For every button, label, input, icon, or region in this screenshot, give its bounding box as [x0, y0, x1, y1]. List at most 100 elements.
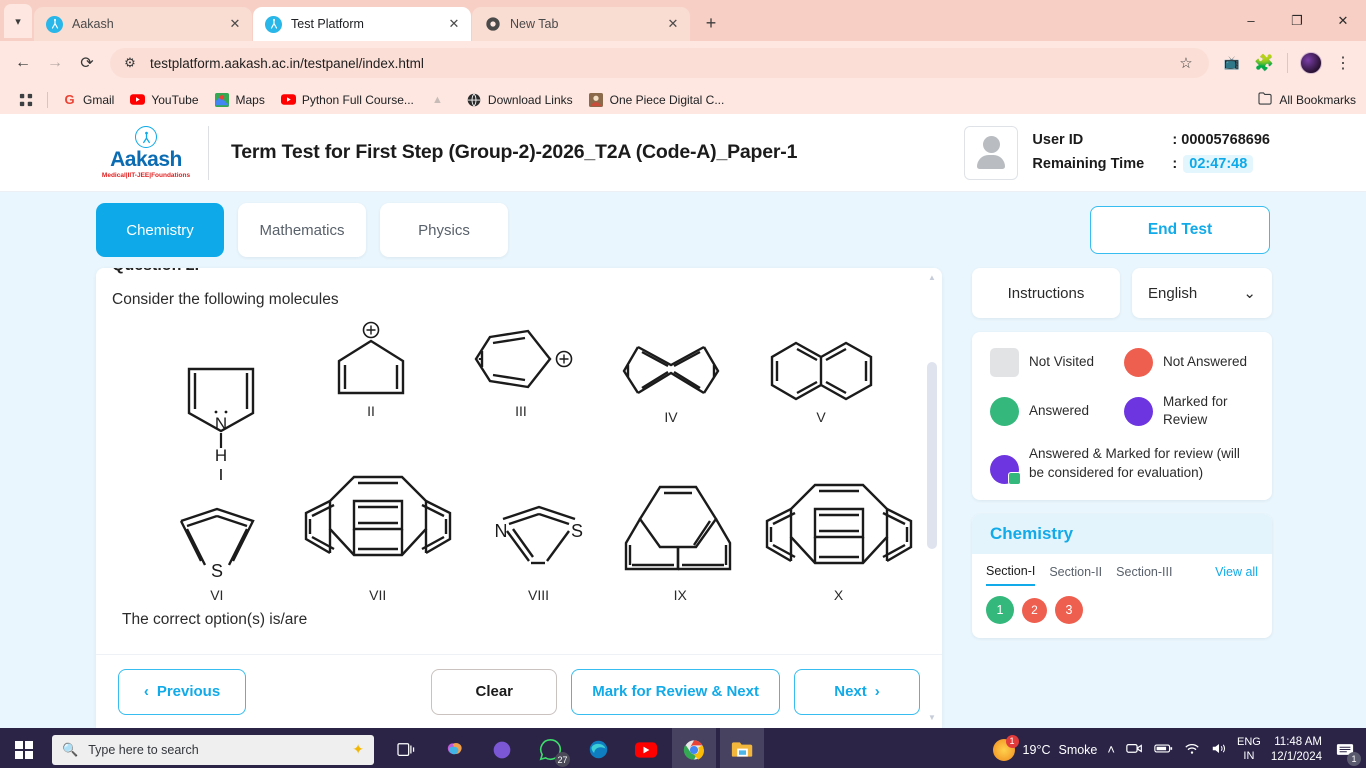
address-bar-url: testplatform.aakash.ac.in/testpanel/inde… — [150, 55, 424, 71]
section-tab-2[interactable]: Section-II — [1049, 565, 1102, 585]
new-tab-button[interactable]: + — [697, 9, 725, 37]
molecule-label: II — [367, 403, 375, 419]
file-explorer-icon[interactable] — [720, 728, 764, 768]
chrome-icon[interactable] — [672, 728, 716, 768]
forward-icon[interactable]: → — [40, 48, 70, 78]
aakash-logo-name: Aakash — [110, 148, 182, 171]
tab-mathematics[interactable]: Mathematics — [238, 203, 366, 257]
molecule-X: X — [751, 477, 926, 603]
scrollbar-track[interactable] — [927, 286, 937, 710]
youtube-icon[interactable] — [624, 728, 668, 768]
question-chip-1[interactable]: 1 — [986, 596, 1014, 625]
wifi-icon[interactable] — [1184, 742, 1200, 758]
maximize-restore-icon[interactable]: ❐ — [1274, 0, 1320, 41]
legend-row-1: Not Visited Not Answered — [990, 348, 1258, 377]
instructions-button[interactable]: Instructions — [972, 268, 1120, 318]
mark-for-review-next-button[interactable]: Mark for Review & Next — [571, 668, 780, 715]
extensions-puzzle-icon[interactable]: 🧩 — [1249, 48, 1279, 78]
tab-title: Test Platform — [291, 17, 364, 31]
molecule-label: VI — [210, 587, 224, 603]
close-icon[interactable]: ✕ — [445, 15, 463, 33]
task-view-icon[interactable] — [384, 728, 428, 768]
back-icon[interactable]: ← — [8, 48, 38, 78]
site-settings-icon[interactable]: ⚙ — [120, 53, 140, 73]
clear-button[interactable]: Clear — [431, 668, 558, 715]
copilot-icon[interactable] — [432, 728, 476, 768]
minimize-icon[interactable]: – — [1228, 0, 1274, 41]
tab-search-chevron-icon[interactable]: ▾ — [4, 4, 32, 38]
all-bookmarks[interactable]: All Bookmarks — [1258, 91, 1356, 108]
camera-icon[interactable] — [1126, 741, 1143, 758]
clock-time: 11:48 AM — [1274, 735, 1322, 748]
main-body: Question 2. Consider the following molec… — [0, 268, 1366, 728]
molecule-row-2: S VI VII N S VIII IX X — [146, 467, 926, 603]
start-button[interactable] — [0, 728, 48, 768]
bookmark-download-links[interactable]: Download Links — [459, 89, 581, 110]
bookmark-python-course[interactable]: Python Full Course... — [273, 89, 422, 110]
bookmark-maps[interactable]: Maps — [207, 89, 273, 110]
scroll-up-arrow-icon[interactable]: ▲ — [928, 274, 936, 282]
browser-tab-new-tab[interactable]: New Tab ✕ — [472, 7, 690, 41]
question-chip-3[interactable]: 3 — [1055, 596, 1083, 625]
marked-review-swatch-icon — [1124, 396, 1153, 426]
bookmark-youtube[interactable]: YouTube — [122, 89, 206, 110]
language-indicator[interactable]: ENG IN — [1237, 736, 1261, 764]
question-scroll-area[interactable]: Question 2. Consider the following molec… — [96, 268, 942, 654]
youtube-icon — [130, 92, 146, 107]
next-label: Next — [834, 683, 867, 700]
close-icon[interactable]: ✕ — [226, 15, 244, 33]
bookmark-star-icon[interactable]: ☆ — [1173, 50, 1199, 76]
system-tray: 19°C Smoke ˄ ENG IN — [992, 728, 1366, 768]
pyrrole-structure-icon: N H — [187, 367, 255, 463]
show-hidden-icons-chevron-icon[interactable]: ˄ — [1107, 742, 1115, 757]
bookmark-aakash[interactable]: ▲ — [422, 89, 459, 110]
edge-icon[interactable] — [576, 728, 620, 768]
battery-icon[interactable] — [1154, 742, 1173, 757]
profile-avatar[interactable] — [1296, 48, 1326, 78]
next-button[interactable]: Next › — [794, 668, 920, 715]
clock[interactable]: 11:48 AM 12/1/2024 — [1271, 735, 1322, 765]
thiazole-structure-icon: N S — [494, 505, 583, 565]
volume-icon[interactable] — [1211, 742, 1227, 758]
aakash-logo[interactable]: Aakash Medical|IIT-JEE|Foundations — [96, 126, 196, 179]
window-close-icon[interactable]: ✕ — [1320, 0, 1366, 41]
molecule-label: VIII — [528, 587, 550, 603]
notification-center-icon[interactable]: 1 — [1332, 737, 1361, 766]
end-test-button[interactable]: End Test — [1090, 206, 1270, 254]
language-select[interactable]: English ⌄ — [1132, 268, 1272, 318]
reload-icon[interactable]: ⟳ — [72, 48, 102, 78]
answered-marked-swatch-icon — [990, 455, 1021, 486]
browser-tab-aakash[interactable]: Aakash ✕ — [34, 7, 252, 41]
question-chip-2[interactable]: 2 — [1022, 597, 1047, 623]
remaining-time-value: 02:47:48 — [1183, 155, 1254, 173]
scroll-down-arrow-icon[interactable]: ▼ — [928, 714, 936, 722]
whatsapp-icon[interactable]: 27 — [528, 728, 572, 768]
section-tab-1[interactable]: Section-I — [986, 564, 1036, 587]
tab-physics[interactable]: Physics — [380, 203, 508, 257]
bookmark-label: One Piece Digital C... — [609, 92, 725, 107]
bookmark-one-piece[interactable]: One Piece Digital C... — [581, 89, 733, 110]
previous-button[interactable]: ‹ Previous — [118, 668, 246, 715]
test-platform-page: Aakash Medical|IIT-JEE|Foundations Term … — [0, 114, 1366, 728]
bookmark-gmail[interactable]: G Gmail — [54, 89, 122, 110]
weather-widget[interactable]: 19°C Smoke — [992, 734, 1097, 761]
microsoft-365-icon[interactable] — [480, 728, 524, 768]
copilot-sparkle-icon[interactable]: ✦ — [352, 741, 364, 758]
taskbar-search[interactable]: 🔍 Type here to search ✦ — [52, 734, 374, 765]
view-all-link[interactable]: View all — [1215, 565, 1258, 585]
section-tab-3[interactable]: Section-III — [1116, 565, 1172, 585]
address-bar[interactable]: ⚙ testplatform.aakash.ac.in/testpanel/in… — [110, 48, 1209, 78]
browser-tab-test-platform[interactable]: Test Platform ✕ — [253, 7, 471, 41]
screencast-icon[interactable]: 📺 — [1217, 48, 1247, 78]
chrome-menu-icon[interactable]: ⋮ — [1328, 48, 1358, 78]
question-scrollbar[interactable]: ▲ ▼ — [926, 274, 938, 722]
tab-chemistry[interactable]: Chemistry — [96, 203, 224, 257]
scrollbar-thumb[interactable] — [927, 362, 937, 549]
apps-grid-icon[interactable] — [10, 89, 41, 110]
search-icon: 🔍 — [62, 741, 79, 757]
browser-tabstrip: ▾ Aakash ✕ Test Platform ✕ New Tab ✕ + – — [0, 0, 1366, 41]
bookmark-label: Download Links — [487, 92, 573, 107]
close-icon[interactable]: ✕ — [664, 15, 682, 33]
chevron-down-icon: ⌄ — [1243, 285, 1256, 302]
legend-label: Not Answered — [1163, 354, 1248, 370]
